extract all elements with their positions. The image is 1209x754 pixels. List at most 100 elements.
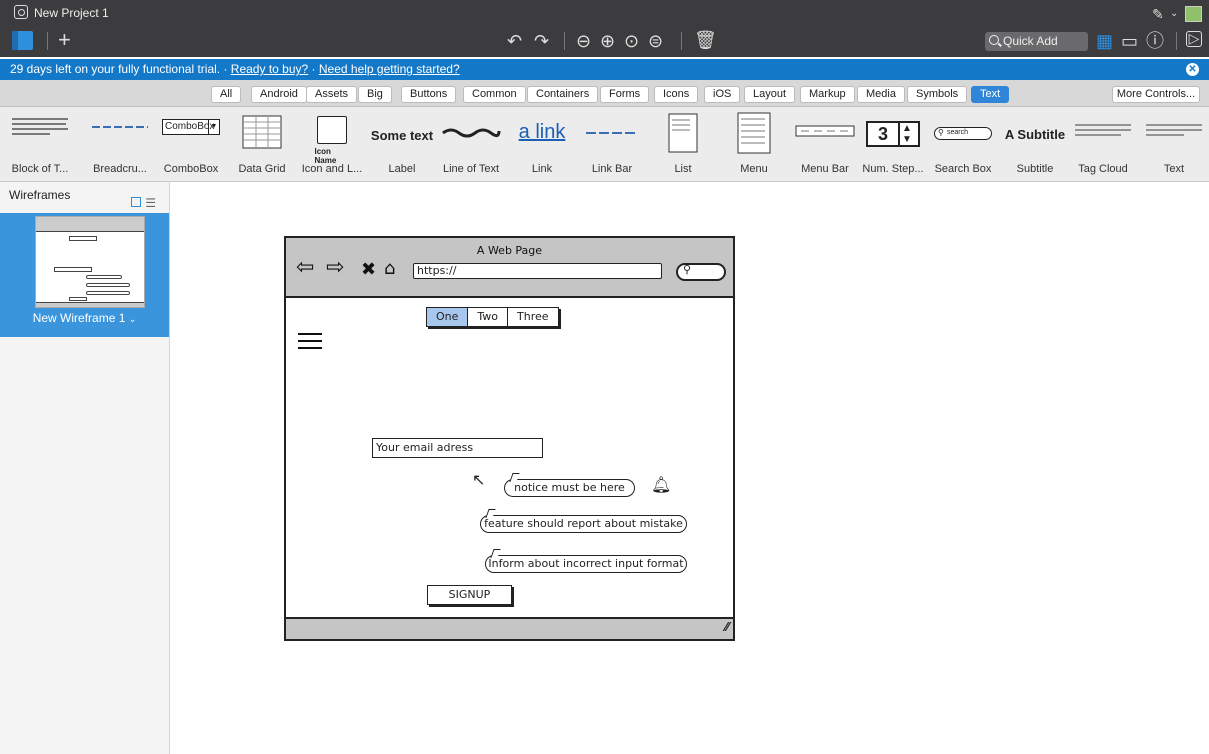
library-item-numeric-stepper[interactable]: 3 ▲ ▼ Num. Step... xyxy=(858,107,928,182)
library-item-line-of-text[interactable]: Line of Text xyxy=(436,107,506,182)
search-box-preview-text: search xyxy=(947,129,969,136)
library-item-data-grid[interactable]: Data Grid xyxy=(227,107,297,182)
quick-add-field[interactable]: Quick Add xyxy=(985,32,1088,51)
category-big[interactable]: Big xyxy=(358,86,392,103)
placeholder-icon xyxy=(317,116,347,144)
wireframe-thumbnail xyxy=(35,216,145,308)
library-item-breadcrumbs[interactable]: Breadcru... xyxy=(85,107,155,182)
category-layout[interactable]: Layout xyxy=(744,86,796,103)
zoom-out-icon[interactable]: ⊖ xyxy=(576,31,591,51)
search-icon: ⚲ xyxy=(938,128,944,137)
list-preview-icon xyxy=(668,113,698,153)
category-assets[interactable]: Assets xyxy=(306,86,358,103)
library-item-subtitle[interactable]: A Subtitle Subtitle xyxy=(1000,107,1070,182)
library-item-label: Line of Text xyxy=(442,163,500,175)
zoom-fit-icon[interactable]: ⊜ xyxy=(648,31,663,51)
app-icon xyxy=(14,5,28,19)
url-field: https:// xyxy=(413,263,662,279)
resize-handle-icon: ⁄⁄ xyxy=(724,620,729,634)
zoom-actual-icon[interactable]: ⊙ xyxy=(624,31,639,51)
more-controls-button[interactable]: More Controls... xyxy=(1112,86,1200,103)
category-common[interactable]: Common xyxy=(463,86,526,103)
library-item-link[interactable]: a link Link xyxy=(507,107,577,182)
web-page-wireframe[interactable]: A Web Page ⇦ ⇨ ✖ ⌂ https:// ⚲ One Two Th… xyxy=(284,236,735,641)
home-icon: ⌂ xyxy=(384,258,396,279)
edit-pencil-icon[interactable]: ✎ xyxy=(1152,4,1164,24)
chevron-down-icon[interactable]: ⌄ xyxy=(1170,4,1178,24)
category-android[interactable]: Android xyxy=(251,86,307,103)
trash-icon[interactable]: 🗑 xyxy=(694,30,717,50)
thumbnail-signup xyxy=(69,297,87,301)
library-item-label: Link Bar xyxy=(591,163,633,175)
library-item-list[interactable]: List xyxy=(648,107,718,182)
library-item-icon-and-label[interactable]: Icon Name Icon and L... xyxy=(297,107,367,182)
wireframe-name: New Wireframe 1 ⌄ xyxy=(0,311,169,325)
category-containers[interactable]: Containers xyxy=(527,86,599,103)
wireframes-panel-header: Wireframes ☰ xyxy=(0,182,169,210)
category-ios[interactable]: iOS xyxy=(704,86,741,103)
title-bar: New Project 1 + ↶ ↷ ⊖ ⊕ ⊙ ⊜ 🗑 Quick Add … xyxy=(0,0,1209,57)
library-item-label: Num. Step... xyxy=(862,163,924,175)
category-icons[interactable]: Icons xyxy=(654,86,699,103)
category-all[interactable]: All xyxy=(211,86,242,103)
divider xyxy=(681,32,682,50)
thumbnail-bubble xyxy=(86,275,122,279)
layout-toggle-icon[interactable] xyxy=(12,31,33,50)
category-buttons[interactable]: Buttons xyxy=(401,86,457,103)
category-text[interactable]: Text xyxy=(971,86,1010,103)
tab-two: Two xyxy=(468,308,509,326)
help-link[interactable]: Need help getting started? xyxy=(319,62,460,76)
library-item-label: List xyxy=(674,163,692,175)
search-box-preview: ⚲ search xyxy=(934,127,992,140)
subtitle-preview-text: A Subtitle xyxy=(1004,127,1066,142)
comment-icon[interactable]: ▭ xyxy=(1121,31,1138,51)
library-item-menu-bar[interactable]: Menu Bar xyxy=(790,107,860,182)
text-preview-icon xyxy=(1146,124,1202,136)
library-item-combobox[interactable]: ComboBox ▼ ComboBox xyxy=(156,107,226,182)
category-forms[interactable]: Forms xyxy=(600,86,650,103)
category-markup[interactable]: Markup xyxy=(800,86,855,103)
numeric-stepper-value: 3 xyxy=(868,123,900,145)
thumbnail-browser-bar xyxy=(36,217,144,232)
undo-icon[interactable]: ↶ xyxy=(507,31,522,51)
library-item-label[interactable]: Some text Label xyxy=(367,107,437,182)
trial-text: 29 days left on your fully functional tr… xyxy=(10,62,228,76)
menu-preview-icon xyxy=(737,112,771,154)
ready-to-buy-link[interactable]: Ready to buy? xyxy=(231,62,308,76)
bell-icon: 🔔︎ xyxy=(651,475,672,494)
library-item-menu[interactable]: Menu xyxy=(719,107,789,182)
zoom-in-icon[interactable]: ⊕ xyxy=(600,31,615,51)
line-of-text-preview-icon xyxy=(442,128,501,138)
close-icon[interactable]: ✕ xyxy=(1186,63,1199,76)
numeric-stepper-preview: 3 ▲ ▼ xyxy=(866,121,920,147)
thumbnail-bubble xyxy=(86,291,130,295)
hamburger-menu-icon xyxy=(298,333,322,351)
library-item-link-bar[interactable]: Link Bar xyxy=(577,107,647,182)
info-icon[interactable]: ⓘ xyxy=(1146,31,1164,51)
library-item-tag-cloud[interactable]: Tag Cloud xyxy=(1068,107,1138,182)
list-view-icon[interactable]: ☰ xyxy=(145,196,156,210)
chevron-down-icon[interactable]: ⌄ xyxy=(129,314,137,324)
wireframes-panel-title: Wireframes xyxy=(9,188,71,202)
library-item-search-box[interactable]: ⚲ search Search Box xyxy=(928,107,998,182)
redo-icon[interactable]: ↷ xyxy=(534,31,549,51)
library-item-label: Icon and L... xyxy=(301,163,363,175)
library-item-block-of-text[interactable]: Block of T... xyxy=(5,107,75,182)
category-symbols[interactable]: Symbols xyxy=(907,86,968,103)
category-media[interactable]: Media xyxy=(857,86,905,103)
avatar[interactable] xyxy=(1185,6,1202,22)
divider xyxy=(47,32,48,50)
properties-icon[interactable]: ▦ xyxy=(1096,31,1113,51)
wireframes-panel: Wireframes ☰ New Wireframe 1 ⌄ xyxy=(0,182,170,754)
library-item-label: Label xyxy=(388,163,416,175)
browser-chrome: A Web Page ⇦ ⇨ ✖ ⌂ https:// ⚲ xyxy=(286,238,733,298)
grid-view-icon[interactable] xyxy=(131,197,142,207)
add-icon[interactable]: + xyxy=(58,29,71,51)
wireframe-card[interactable]: New Wireframe 1 ⌄ xyxy=(0,213,169,337)
library-item-label: Tag Cloud xyxy=(1078,163,1128,175)
thumbnail-tabs xyxy=(69,236,97,241)
search-field: ⚲ xyxy=(676,263,726,281)
present-icon[interactable]: ▷ xyxy=(1186,31,1202,47)
thumbnail-email-field xyxy=(54,267,92,272)
library-item-text[interactable]: Text xyxy=(1139,107,1209,182)
